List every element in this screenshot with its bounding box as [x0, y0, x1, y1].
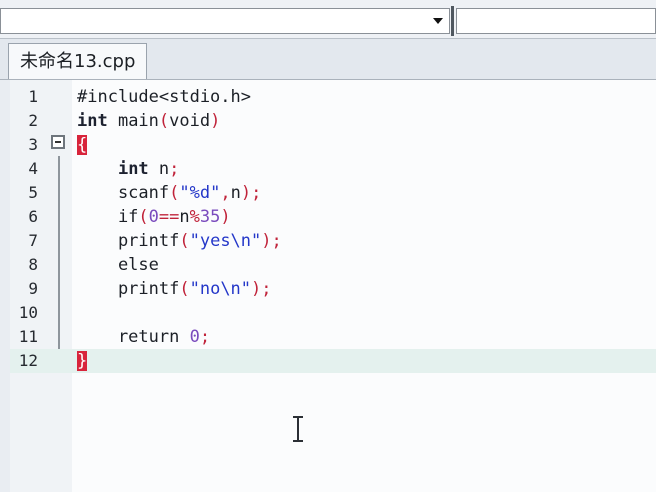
code-token: n [230, 183, 241, 203]
code-token: ; [199, 327, 211, 347]
code-token: int [117, 159, 149, 179]
code-text: printf("yes\n"); [77, 229, 282, 253]
code-token: "yes\n" [189, 231, 262, 251]
code-token: ( [179, 231, 190, 251]
code-token: printf [77, 279, 180, 299]
code-token: "%d" [179, 183, 221, 203]
line-number: 1 [28, 87, 38, 106]
code-line[interactable]: 4 int n; [10, 157, 656, 181]
code-token: n [179, 207, 190, 227]
line-number: 5 [28, 183, 38, 202]
code-text: int n; [77, 157, 179, 181]
code-token: 0 [148, 207, 159, 227]
code-line[interactable]: 6 if(0==n%35) [10, 205, 656, 229]
code-token: "no\n" [189, 279, 252, 299]
code-text: int main(void) [77, 109, 220, 133]
file-tab[interactable]: 未命名13.cpp [8, 43, 148, 79]
code-token: #include<stdio.h> [77, 87, 251, 107]
line-number: 3 [28, 135, 38, 154]
code-text: } [77, 349, 88, 373]
code-line[interactable]: 2 int main(void) [10, 109, 656, 133]
code-token: if [77, 207, 139, 227]
dev-cpp-window: 未命名13.cpp 1 #include<stdio.h> 2 int main(vo… [0, 0, 656, 492]
code-text: scanf("%d",n); [77, 181, 261, 205]
code-line[interactable]: 7 printf("yes\n"); [10, 229, 656, 253]
code-line[interactable]: 8 else [10, 253, 656, 277]
line-number: 4 [28, 159, 38, 178]
code-text: #include<stdio.h> [77, 85, 251, 109]
code-text: return 0; [77, 325, 210, 349]
line-number: 6 [28, 207, 38, 226]
code-text: printf("no\n"); [77, 277, 272, 301]
code-token: void [169, 111, 211, 131]
line-number: 10 [18, 303, 38, 322]
line-number: 7 [28, 231, 38, 250]
code-line[interactable]: 12} [10, 349, 656, 373]
code-token: 35 [199, 207, 221, 227]
code-token: main [107, 111, 159, 131]
code-token: ( [138, 207, 149, 227]
code-token: 0 [189, 327, 200, 347]
ibeam-cursor-icon [293, 416, 303, 442]
code-token: , [220, 183, 231, 203]
matched-brace: } [77, 351, 88, 371]
code-token: ( [169, 183, 180, 203]
code-token: ; [169, 159, 180, 179]
code-token: ) [220, 207, 231, 227]
code-editor[interactable]: 1 #include<stdio.h> 2 int main(void) 3{4 int… [10, 80, 656, 492]
scope-dropdown[interactable] [0, 8, 450, 34]
toolbar [0, 0, 656, 39]
code-token: ); [261, 231, 282, 251]
symbol-dropdown[interactable] [456, 8, 656, 34]
code-text: { [77, 133, 88, 157]
code-token: ) [210, 111, 221, 131]
line-number: 11 [18, 327, 38, 346]
code-text: if(0==n%35) [77, 205, 231, 229]
line-number: 2 [28, 111, 38, 130]
code-line[interactable]: 10 [10, 301, 656, 325]
code-token: ( [158, 111, 170, 131]
toolbar-splitter[interactable] [451, 6, 454, 36]
code-token: return [77, 327, 190, 347]
code-line[interactable]: 1 #include<stdio.h> [10, 85, 656, 109]
code-token: n [148, 159, 170, 179]
code-token: ); [240, 183, 262, 203]
code-line[interactable]: 5 scanf("%d",n); [10, 181, 656, 205]
matched-brace: { [77, 135, 88, 155]
dropdown-arrow-icon[interactable] [433, 18, 443, 24]
code-token: ); [251, 279, 272, 299]
code-token: int [77, 111, 108, 131]
line-number: 9 [28, 279, 38, 298]
code-line[interactable]: 3{ [10, 133, 656, 157]
editor-tab-strip: 未命名13.cpp [0, 39, 656, 80]
code-token: == [158, 207, 180, 227]
code-text: else [77, 253, 159, 277]
code-token: printf [77, 231, 180, 251]
code-token: scanf [77, 183, 170, 203]
code-token: ( [179, 279, 190, 299]
code-line[interactable]: 9 printf("no\n"); [10, 277, 656, 301]
line-number: 8 [28, 255, 38, 274]
line-number: 12 [18, 351, 38, 370]
code-token: % [189, 207, 200, 227]
code-token: else [77, 255, 159, 275]
code-line[interactable]: 11 return 0; [10, 325, 656, 349]
